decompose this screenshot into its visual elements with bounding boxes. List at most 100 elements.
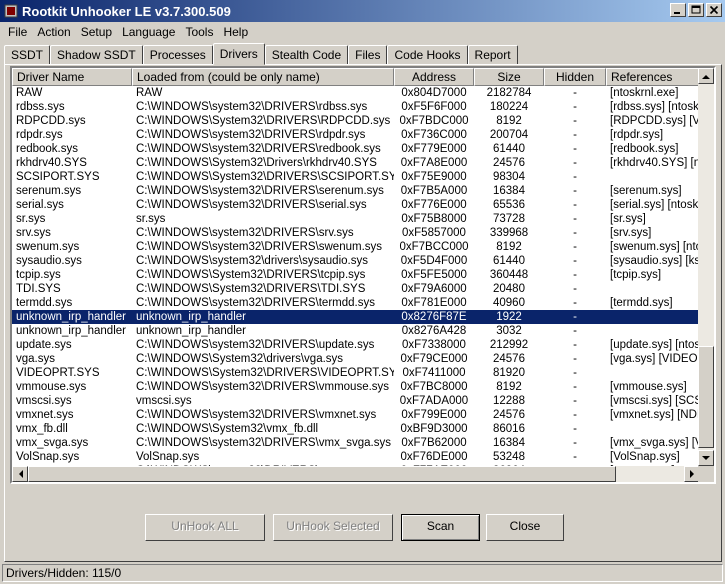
- table-row[interactable]: sr.sys sr.sys 0xF75B8000 73728 - [sr.sys]: [12, 212, 700, 226]
- menu-language[interactable]: Language: [117, 23, 180, 41]
- table-row[interactable]: rdpdr.sys C:\WINDOWS\system32\DRIVERS\rdp…: [12, 128, 700, 142]
- menu-file[interactable]: File: [0, 23, 32, 41]
- cell-address: 0xF7B62000: [401, 437, 467, 449]
- drivers-list[interactable]: Driver Name Loaded from (could be only n…: [10, 66, 716, 484]
- table-row[interactable]: redbook.sys C:\WINDOWS\system32\DRIVERS\r…: [12, 142, 700, 156]
- cell-hidden: -: [573, 143, 577, 155]
- table-row[interactable]: VolSnap.sys VolSnap.sys 0xF76DE000 53248 - [V…: [12, 450, 700, 464]
- table-row[interactable]: VIDEOPRT.SYS C:\WINDOWS\System32\DRIVERS\…: [12, 366, 700, 380]
- cell-address: 0xF75E9000: [401, 171, 467, 183]
- table-row[interactable]: vmxnet.sys C:\WINDOWS\system32\DRIVERS\vm…: [12, 408, 700, 422]
- cell-size: 98304: [493, 171, 525, 183]
- table-row[interactable]: unknown_irp_handler unknown_irp_handler 0x…: [12, 310, 700, 324]
- cell-loaded-from: C:\WINDOWS\system32\DRIVERS\rdbss.sys: [136, 101, 368, 113]
- minimize-button[interactable]: [670, 3, 686, 17]
- unhook-all-button[interactable]: UnHook ALL: [145, 514, 265, 541]
- cell-hidden: -: [573, 213, 577, 225]
- cell-size: 86016: [493, 423, 525, 435]
- table-row[interactable]: unknown_irp_handler unknown_irp_handler 0x…: [12, 324, 700, 338]
- cell-address: 0xF5F6F000: [401, 101, 467, 113]
- table-row[interactable]: rdbss.sys C:\WINDOWS\system32\DRIVERS\rdb…: [12, 100, 700, 114]
- cell-references: [VolSnap.sys]: [610, 451, 680, 463]
- cell-size: 8192: [496, 115, 522, 127]
- table-row[interactable]: SCSIPORT.SYS C:\WINDOWS\System32\DRIVERS\…: [12, 170, 700, 184]
- menu-help[interactable]: Help: [218, 23, 253, 41]
- table-row[interactable]: RAW RAW 0x804D7000 2182784 - [ntoskrnl.exe]: [12, 86, 700, 100]
- menu-setup[interactable]: Setup: [76, 23, 117, 41]
- table-row[interactable]: vga.sys C:\WINDOWS\System32\drivers\vga.s…: [12, 352, 700, 366]
- table-row[interactable]: vmscsi.sys vmscsi.sys 0xF7ADA000 12288 - [vms…: [12, 394, 700, 408]
- table-row[interactable]: vmmouse.sys C:\WINDOWS\system32\DRIVERS\v…: [12, 380, 700, 394]
- table-row[interactable]: termdd.sys C:\WINDOWS\system32\DRIVERS\te…: [12, 296, 700, 310]
- menu-tools[interactable]: Tools: [180, 23, 218, 41]
- cell-loaded-from: C:\WINDOWS\system32\DRIVERS\redbook.sys: [136, 143, 381, 155]
- close-button[interactable]: Close: [486, 514, 564, 541]
- horizontal-scrollbar[interactable]: [12, 466, 700, 482]
- column-header-driver-name[interactable]: Driver Name: [12, 68, 132, 86]
- cell-hidden: -: [573, 115, 577, 127]
- maximize-button[interactable]: [688, 3, 704, 17]
- table-row[interactable]: sysaudio.sys C:\WINDOWS\system32\drivers\…: [12, 254, 700, 268]
- cell-references: [606, 170, 700, 184]
- table-row[interactable]: TDI.SYS C:\WINDOWS\System32\DRIVERS\TDI.S…: [12, 282, 700, 296]
- table-row[interactable]: vmx_fb.dll C:\WINDOWS\System32\vmx_fb.dll…: [12, 422, 700, 436]
- table-row[interactable]: serenum.sys C:\WINDOWS\system32\DRIVERS\s…: [12, 184, 700, 198]
- close-window-button[interactable]: [706, 3, 722, 17]
- cell-address: 0xF779E000: [401, 143, 467, 155]
- cell-loaded-from: C:\WINDOWS\system32\drivers\sysaudio.sys: [136, 255, 368, 267]
- cell-address: 0xF736C000: [401, 129, 467, 141]
- scroll-up-button[interactable]: [698, 68, 714, 84]
- cell-loaded-from: C:\WINDOWS\system32\DRIVERS\update.sys: [136, 339, 375, 351]
- column-header-hidden[interactable]: Hidden: [544, 68, 606, 86]
- cell-driver-name: rdpdr.sys: [16, 129, 63, 141]
- horizontal-scroll-thumb[interactable]: [28, 466, 616, 482]
- tab-code-hooks[interactable]: Code Hooks: [387, 45, 468, 64]
- table-row[interactable]: rkhdrv40.SYS C:\WINDOWS\System32\Drivers\…: [12, 156, 700, 170]
- tab-files[interactable]: Files: [348, 45, 388, 64]
- table-row[interactable]: vmx_svga.sys C:\WINDOWS\system32\DRIVERS\…: [12, 436, 700, 450]
- cell-hidden: -: [573, 311, 577, 323]
- tab-processes[interactable]: Processes: [142, 45, 213, 64]
- cell-references: [rkhdrv40.SYS] [nt: [610, 157, 700, 169]
- column-header-references[interactable]: References: [606, 68, 700, 86]
- column-header-address[interactable]: Address: [394, 68, 474, 86]
- tab-drivers[interactable]: Drivers: [212, 43, 265, 65]
- cell-hidden: -: [573, 227, 577, 239]
- scroll-down-button[interactable]: [698, 450, 714, 466]
- vertical-scroll-thumb[interactable]: [698, 346, 714, 448]
- cell-hidden: -: [573, 423, 577, 435]
- table-row[interactable]: update.sys C:\WINDOWS\system32\DRIVERS\up…: [12, 338, 700, 352]
- title-bar[interactable]: Rootkit Unhooker LE v3.7.300.509: [0, 0, 725, 22]
- scan-button[interactable]: Scan: [401, 514, 480, 541]
- cell-loaded-from: C:\WINDOWS\System32\DRIVERS\SCSIPORT.SYS: [136, 171, 394, 183]
- tab-shadow-ssdt[interactable]: Shadow SSDT: [50, 45, 143, 64]
- cell-references: [redbook.sys]: [610, 143, 679, 155]
- menu-action[interactable]: Action: [32, 23, 75, 41]
- cell-size: 20480: [493, 283, 525, 295]
- vertical-scrollbar[interactable]: [698, 68, 714, 466]
- cell-hidden: -: [573, 367, 577, 379]
- column-header-size[interactable]: Size: [474, 68, 544, 86]
- column-header-loaded-from[interactable]: Loaded from (could be only name): [132, 68, 394, 86]
- arrow-left-icon: [18, 470, 23, 478]
- unhook-selected-button[interactable]: UnHook Selected: [273, 514, 393, 541]
- table-row[interactable]: swenum.sys C:\WINDOWS\system32\DRIVERS\sw…: [12, 240, 700, 254]
- tab-strip: SSDT Shadow SSDT Processes Drivers Steal…: [4, 43, 518, 65]
- cell-size: 24576: [493, 409, 525, 421]
- cell-hidden: -: [573, 409, 577, 421]
- arrow-right-icon: [689, 470, 694, 478]
- tab-ssdt[interactable]: SSDT: [4, 45, 51, 64]
- scroll-left-button[interactable]: [12, 466, 28, 482]
- table-row[interactable]: tcpip.sys C:\WINDOWS\System32\DRIVERS\tcp…: [12, 268, 700, 282]
- table-row[interactable]: RDPCDD.sys C:\WINDOWS\System32\DRIVERS\RD…: [12, 114, 700, 128]
- cell-hidden: -: [573, 185, 577, 197]
- cell-hidden: -: [573, 157, 577, 169]
- tab-stealth-code[interactable]: Stealth Code: [264, 45, 349, 64]
- cell-loaded-from: C:\WINDOWS\System32\DRIVERS\RDPCDD.sys: [136, 115, 391, 127]
- table-row[interactable]: serial.sys C:\WINDOWS\system32\DRIVERS\se…: [12, 198, 700, 212]
- tab-report[interactable]: Report: [467, 45, 518, 64]
- cell-references: [606, 324, 700, 338]
- cell-size: 2182784: [486, 87, 532, 99]
- cell-hidden: -: [573, 241, 577, 253]
- table-row[interactable]: srv.sys C:\WINDOWS\system32\DRIVERS\srv.s…: [12, 226, 700, 240]
